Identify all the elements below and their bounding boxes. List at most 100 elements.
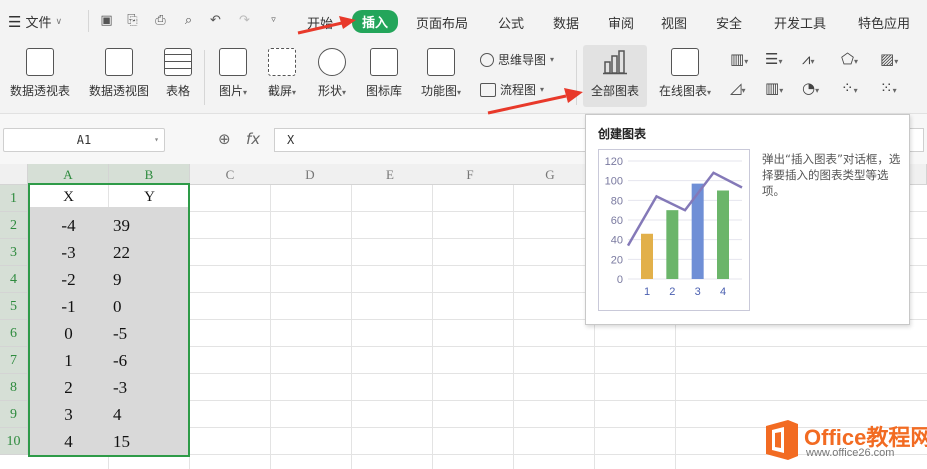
- row-header-9[interactable]: 9: [0, 401, 28, 428]
- tab-formulas[interactable]: 公式: [498, 13, 524, 32]
- save-icon[interactable]: ▣: [99, 13, 114, 28]
- function-chart-label: 功能图▾: [420, 84, 462, 98]
- icon-library-button[interactable]: 图标库: [362, 48, 406, 110]
- pivot-table-label: 数据透视表: [9, 84, 70, 98]
- column-header-e[interactable]: E: [350, 164, 431, 185]
- row-header-2[interactable]: 2: [0, 212, 28, 239]
- mindmap-button[interactable]: 思维导图 ▾: [480, 51, 554, 68]
- online-chart-label: 在线图表▾: [658, 84, 712, 98]
- tab-special-apps[interactable]: 特色应用: [858, 13, 910, 32]
- zoom-search-icon[interactable]: ⊕: [218, 130, 231, 148]
- bar-chart-icon[interactable]: ☰▾: [765, 50, 787, 68]
- chart-y-tick-label: 100: [605, 176, 623, 188]
- icon-library-label: 图标库: [365, 84, 402, 98]
- shape-button[interactable]: 形状▾: [312, 48, 352, 110]
- chart-y-tick-label: 80: [611, 195, 623, 207]
- column-header-c[interactable]: C: [190, 164, 271, 185]
- picture-button[interactable]: 图片▾: [213, 48, 253, 110]
- chart-x-tick-label: 4: [720, 286, 726, 298]
- mindmap-label: 思维导图: [498, 53, 547, 67]
- tab-insert[interactable]: 插入: [352, 10, 399, 33]
- row-header-3[interactable]: 3: [0, 239, 28, 266]
- pivot-table-button[interactable]: 数据透视表: [5, 48, 75, 110]
- column-header-d[interactable]: D: [270, 164, 351, 185]
- chart-y-tick-label: 0: [617, 274, 623, 286]
- tab-review[interactable]: 审阅: [608, 13, 634, 32]
- row-header-7[interactable]: 7: [0, 347, 28, 374]
- row-header-4[interactable]: 4: [0, 266, 28, 293]
- stock-chart-icon[interactable]: ▨▾: [880, 50, 902, 68]
- picture-icon: [219, 48, 247, 76]
- online-chart-button[interactable]: 在线图表▾: [652, 48, 718, 110]
- export-pdf-icon[interactable]: ⎘: [125, 13, 140, 28]
- chart-x-tick-label: 2: [669, 286, 675, 298]
- selection-border: [28, 183, 190, 457]
- pie-chart-icon[interactable]: ◔▾: [802, 79, 824, 97]
- customize-toolbar-icon[interactable]: ▿: [266, 13, 281, 28]
- file-menu[interactable]: ☰ 文件 ∨: [8, 12, 63, 32]
- tab-page-layout[interactable]: 页面布局: [416, 13, 468, 32]
- pivot-chart-label: 数据透视图: [88, 84, 149, 98]
- divider: [204, 50, 205, 105]
- column-header-a[interactable]: A: [28, 164, 109, 185]
- divider: [88, 10, 89, 32]
- row-header-5[interactable]: 5: [0, 293, 28, 320]
- chevron-down-icon: ∨: [55, 16, 63, 27]
- screenshot-button[interactable]: 截屏▾: [262, 48, 302, 110]
- radar-chart-icon[interactable]: ⬠▾: [841, 50, 863, 68]
- line-chart-icon[interactable]: ⩘▾: [802, 50, 824, 68]
- scatter-chart-icon[interactable]: ⁘▾: [841, 79, 863, 97]
- name-box[interactable]: A1 ▾: [3, 128, 165, 152]
- shape-icon: [318, 48, 346, 76]
- column-header-b[interactable]: B: [109, 164, 190, 185]
- print-preview-icon[interactable]: ⌕: [181, 13, 196, 28]
- row-header-10[interactable]: 10: [0, 428, 28, 455]
- mindmap-icon: [480, 52, 494, 67]
- chevron-down-icon: ▾: [154, 135, 159, 144]
- print-icon[interactable]: ⎙: [153, 13, 168, 28]
- area-chart-icon[interactable]: ◿▾: [730, 79, 752, 97]
- select-all-corner[interactable]: [0, 164, 28, 185]
- column-header-f[interactable]: F: [430, 164, 511, 185]
- chart-y-tick-label: 120: [605, 156, 623, 168]
- tooltip-title: 创建图表: [598, 127, 647, 141]
- column-header-g[interactable]: G: [510, 164, 591, 185]
- sparkline-icon[interactable]: ⁙▾: [880, 79, 902, 97]
- insert-ribbon: 数据透视表 数据透视图 表格 图片▾ 截屏▾ 形状▾ 图标库 功能图▾ 思维导图…: [0, 42, 927, 114]
- wps-spreadsheet-window: ☰ 文件 ∨ ▣ ⎘ ⎙ ⌕ ↶ ↷ ▿ 开始 插入 页面布局 公式 数据 审阅…: [0, 0, 927, 469]
- tab-data[interactable]: 数据: [553, 13, 579, 32]
- online-chart-icon: [671, 48, 699, 76]
- arrow-to-all-charts: [487, 88, 583, 115]
- table-icon: [164, 48, 192, 76]
- hamburger-icon: ☰: [8, 12, 22, 31]
- fx-icon[interactable]: fx: [246, 130, 260, 148]
- tab-developer[interactable]: 开发工具: [774, 13, 826, 32]
- all-charts-icon: [601, 48, 629, 76]
- function-chart-button[interactable]: 功能图▾: [414, 48, 468, 110]
- row-header-1[interactable]: 1: [0, 185, 28, 212]
- redo-icon[interactable]: ↷: [237, 13, 252, 28]
- tooltip-preview-chart: 0 20 40 60 80 100 120 1 2 3 4: [598, 149, 750, 311]
- arrow-to-insert-tab: [297, 16, 356, 35]
- pivot-chart-button[interactable]: 数据透视图: [84, 48, 154, 110]
- tab-security[interactable]: 安全: [716, 13, 742, 32]
- chart-bar: [666, 210, 679, 279]
- screenshot-label: 截屏▾: [267, 84, 297, 98]
- column-chart-icon[interactable]: ▥▾: [730, 50, 752, 68]
- all-charts-button[interactable]: 全部图表: [583, 45, 647, 107]
- row-header-6[interactable]: 6: [0, 320, 28, 347]
- row-header-8[interactable]: 8: [0, 374, 28, 401]
- tab-view[interactable]: 视图: [661, 13, 687, 32]
- function-chart-icon: [427, 48, 455, 76]
- chart-y-tick-label: 20: [611, 254, 623, 266]
- name-box-value: A1: [76, 133, 92, 147]
- picture-label: 图片▾: [218, 84, 248, 98]
- watermark-url: www.office26.com: [806, 447, 895, 459]
- icon-library-icon: [370, 48, 398, 76]
- tooltip-description: 弹出“插入图表”对话框，选择要插入的图表类型等选项。: [762, 152, 901, 198]
- combo-chart-icon[interactable]: ▥▾: [765, 79, 787, 97]
- undo-icon[interactable]: ↶: [208, 13, 223, 28]
- table-button[interactable]: 表格: [161, 48, 195, 110]
- column-gridline: [351, 185, 352, 469]
- chart-bar: [641, 233, 653, 279]
